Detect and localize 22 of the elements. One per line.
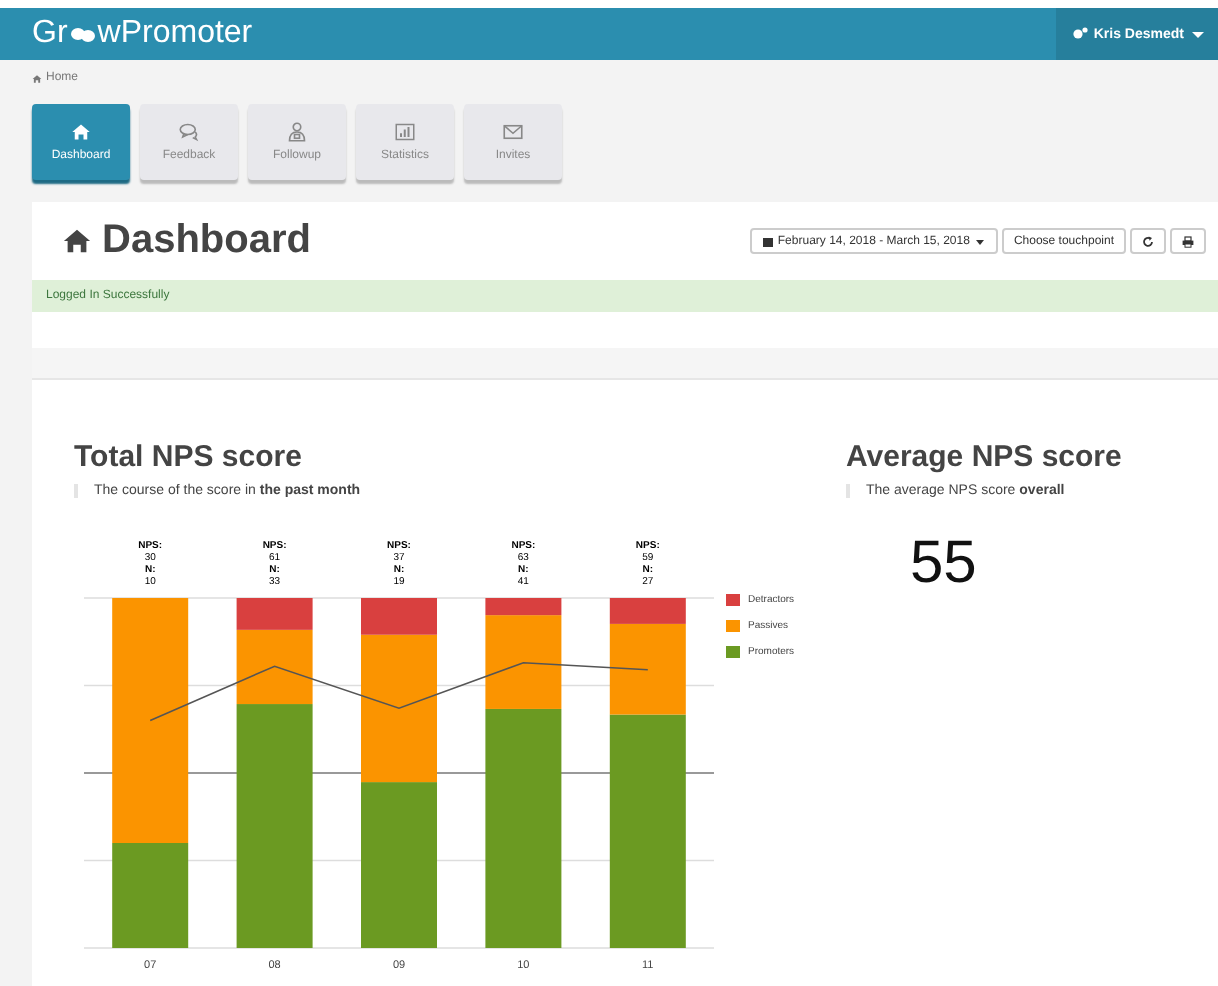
home-icon: [70, 122, 92, 142]
speech-bubbles-icon: [69, 24, 96, 44]
caret-icon: [1190, 26, 1206, 42]
page-title: Dashboard: [102, 218, 311, 264]
logo-text: wPromoter: [97, 16, 253, 52]
home-icon: [60, 226, 94, 256]
printer-icon: [1182, 235, 1194, 247]
calendar-icon: [761, 235, 774, 247]
logo-text: Gr: [32, 16, 68, 52]
caret-icon: [973, 235, 986, 247]
envelope-icon: [502, 122, 524, 142]
section-title: Average NPS score: [846, 440, 1122, 474]
section-title: Total NPS score: [74, 440, 304, 474]
home-icon: [32, 73, 42, 83]
refresh-icon: [1142, 235, 1154, 247]
person-icon: [286, 122, 308, 142]
speech-bubbles-icon: [178, 122, 200, 142]
average-score: 55: [910, 530, 977, 596]
refresh-button[interactable]: [1130, 228, 1166, 254]
print-button[interactable]: [1170, 228, 1206, 254]
bar-chart-icon: [394, 122, 416, 142]
gears-icon: [1071, 26, 1088, 42]
